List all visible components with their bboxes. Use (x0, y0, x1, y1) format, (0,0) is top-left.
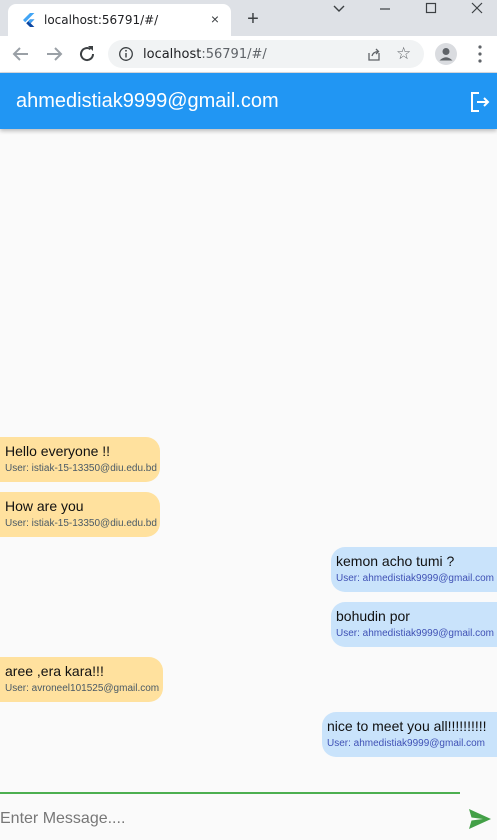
message-bubble-outgoing: kemon acho tumi ? User: ahmedistiak9999@… (331, 547, 497, 592)
message-input[interactable] (0, 806, 455, 832)
message-text: aree ,era kara!!! (5, 663, 104, 679)
minimize-icon[interactable] (372, 0, 398, 18)
bookmark-star-icon[interactable]: ☆ (396, 44, 411, 64)
chevron-down-icon[interactable] (326, 0, 352, 18)
send-icon[interactable] (468, 808, 492, 830)
profile-avatar[interactable] (435, 43, 457, 65)
flutter-icon (23, 13, 35, 27)
browser-toolbar: localhost:56791/#/ ☆ (0, 36, 497, 73)
input-underline (0, 792, 460, 794)
address-bar[interactable]: localhost:56791/#/ ☆ (108, 40, 424, 68)
url-text: localhost:56791/#/ (143, 47, 267, 62)
close-window-icon[interactable] (464, 0, 490, 18)
message-bubble-incoming: How are you User: istiak-15-13350@diu.ed… (0, 492, 160, 537)
message-text: Hello everyone !! (5, 443, 111, 459)
logout-icon[interactable] (468, 90, 492, 114)
message-sender: User: istiak-15-13350@diu.edu.bd (5, 518, 157, 529)
tab-title: localhost:56791/#/ (44, 13, 159, 27)
reload-icon[interactable] (75, 42, 99, 66)
message-text: How are you (5, 498, 84, 514)
message-sender: User: ahmedistiak9999@gmail.com (336, 573, 494, 584)
message-bubble-incoming: aree ,era kara!!! User: avroneel101525@g… (0, 657, 163, 702)
message-bubble-incoming: Hello everyone !! User: istiak-15-13350@… (0, 437, 160, 482)
url-path: :56791/#/ (201, 47, 267, 62)
tab-close-icon[interactable]: × (207, 11, 223, 27)
browser-tab[interactable]: localhost:56791/#/ × (8, 4, 231, 36)
person-icon (439, 48, 453, 61)
browser-tab-strip: localhost:56791/#/ × + (0, 0, 497, 36)
message-bubble-outgoing: bohudin por User: ahmedistiak9999@gmail.… (331, 602, 497, 647)
message-sender: User: istiak-15-13350@diu.edu.bd (5, 463, 157, 474)
app-title: ahmedistiak9999@gmail.com (16, 90, 279, 112)
share-icon[interactable] (366, 46, 382, 62)
message-bubble-outgoing: nice to meet you all!!!!!!!!!! User: ahm… (322, 712, 497, 757)
message-text: nice to meet you all!!!!!!!!!! (327, 718, 487, 734)
url-host: localhost (143, 47, 202, 62)
forward-arrow-icon[interactable] (42, 42, 66, 66)
new-tab-button[interactable]: + (242, 8, 264, 30)
app-bar: ahmedistiak9999@gmail.com (0, 73, 497, 129)
message-text: kemon acho tumi ? (336, 553, 455, 569)
more-menu-icon[interactable] (478, 44, 482, 64)
message-sender: User: ahmedistiak9999@gmail.com (336, 628, 494, 639)
message-sender: User: ahmedistiak9999@gmail.com (327, 738, 485, 749)
maximize-icon[interactable] (418, 0, 444, 18)
message-text: bohudin por (336, 608, 410, 624)
message-sender: User: avroneel101525@gmail.com (5, 683, 160, 694)
info-icon[interactable] (118, 46, 134, 62)
back-arrow-icon[interactable] (9, 42, 33, 66)
